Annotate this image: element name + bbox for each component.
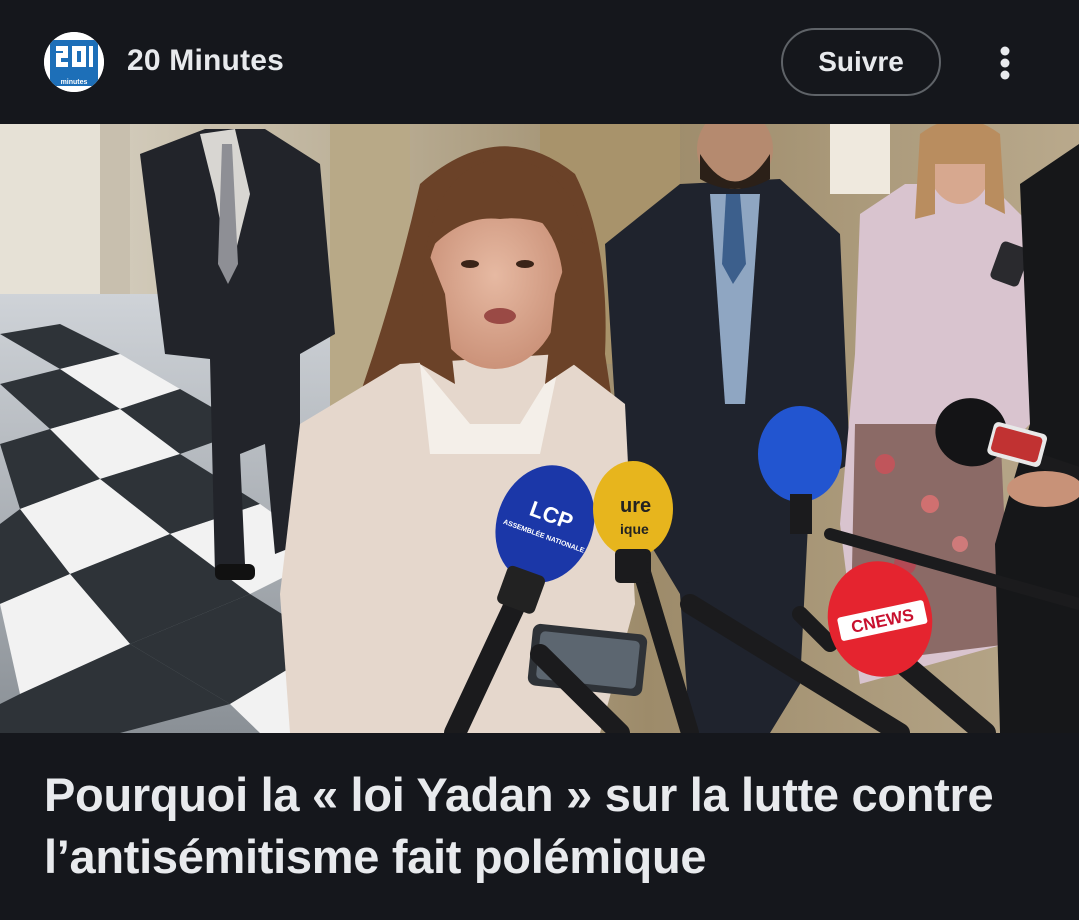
mic-label-yellow-bottom: ique (620, 521, 649, 537)
logo-text: minutes (61, 79, 88, 86)
article-image[interactable]: LCP ASSEMBLÉE NATIONALE ure ique CNEWS (0, 124, 1079, 733)
publisher-logo-icon[interactable]: minutes (44, 32, 104, 92)
more-options-button[interactable] (984, 40, 1026, 86)
article-headline[interactable]: Pourquoi la « loi Yadan » sur la lutte c… (44, 764, 1044, 888)
more-vert-icon (1000, 46, 1010, 80)
press-conference-photo-icon: LCP ASSEMBLÉE NATIONALE ure ique CNEWS (0, 124, 1079, 733)
follow-button[interactable]: Suivre (781, 28, 941, 96)
publisher-name[interactable]: 20 Minutes (127, 42, 284, 80)
mic-label-yellow-top: ure (620, 495, 651, 517)
card-header: minutes 20 Minutes Suivre (0, 0, 1079, 124)
news-card[interactable]: minutes 20 Minutes Suivre LCP ASSEMBLÉE … (0, 0, 1079, 920)
